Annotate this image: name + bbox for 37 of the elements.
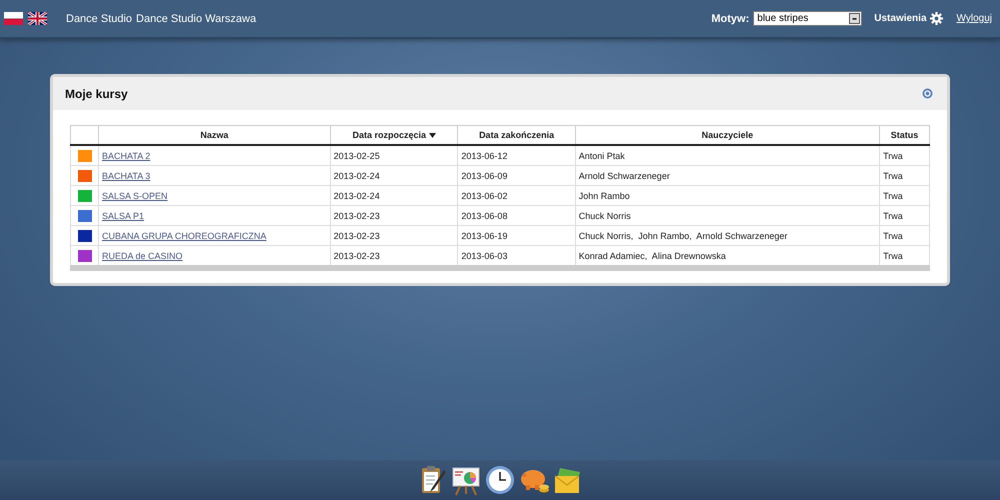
table-cell: Chuck Norris (575, 206, 880, 226)
table-cell: 2013-02-24 (330, 166, 458, 186)
column-header[interactable]: Data zakończenia (458, 126, 576, 145)
table-cell: Arnold Schwarzeneger (575, 166, 880, 186)
table-cell: 2013-02-23 (330, 226, 458, 246)
studio-name: Dance Studio Warszawa (136, 12, 256, 24)
table-cell: 2013-02-24 (330, 186, 458, 206)
column-header[interactable]: Data rozpoczęcia (330, 126, 458, 145)
theme-dropdown[interactable]: blue stripes (753, 11, 862, 26)
table-cell: Trwa (880, 206, 930, 226)
table-cell: 2013-02-23 (330, 206, 458, 226)
column-header[interactable]: Nauczyciele (575, 126, 880, 145)
table-cell: 2013-06-08 (458, 206, 576, 226)
app-title: Dance Studio (66, 12, 132, 24)
panel-title: Moje kursy (65, 86, 128, 100)
logout-link[interactable]: Wyloguj (956, 13, 992, 24)
table-cell: 2013-06-12 (458, 145, 576, 166)
table-cell: Trwa (880, 226, 930, 246)
table-cell: Chuck Norris, John Rambo, Arnold Schwarzeneger (575, 226, 880, 246)
table-cell: John Rambo (575, 186, 880, 206)
course-link[interactable]: BACHATA 3 (102, 170, 150, 180)
course-link[interactable]: SALSA P1 (102, 210, 144, 220)
settings-link[interactable]: Ustawienia (874, 12, 943, 25)
table-cell: Trwa (880, 186, 930, 206)
course-link[interactable]: SALSA S-OPEN (102, 190, 168, 200)
table-cell: 2013-06-19 (458, 226, 576, 246)
column-header[interactable]: Status (880, 126, 930, 145)
theme-label: Motyw: (711, 12, 750, 24)
course-link[interactable]: BACHATA 2 (102, 150, 150, 160)
table-cell: Antoni Ptak (575, 145, 880, 166)
table-cell: Trwa (880, 166, 930, 186)
table-cell: 2013-06-02 (458, 186, 576, 206)
table-cell: 2013-06-09 (458, 166, 576, 186)
table-cell: 2013-02-25 (330, 145, 458, 166)
course-link[interactable]: RUEDA de CASINO (102, 250, 183, 260)
table-cell: Trwa (880, 145, 930, 166)
column-header[interactable]: Nazwa (98, 126, 330, 145)
